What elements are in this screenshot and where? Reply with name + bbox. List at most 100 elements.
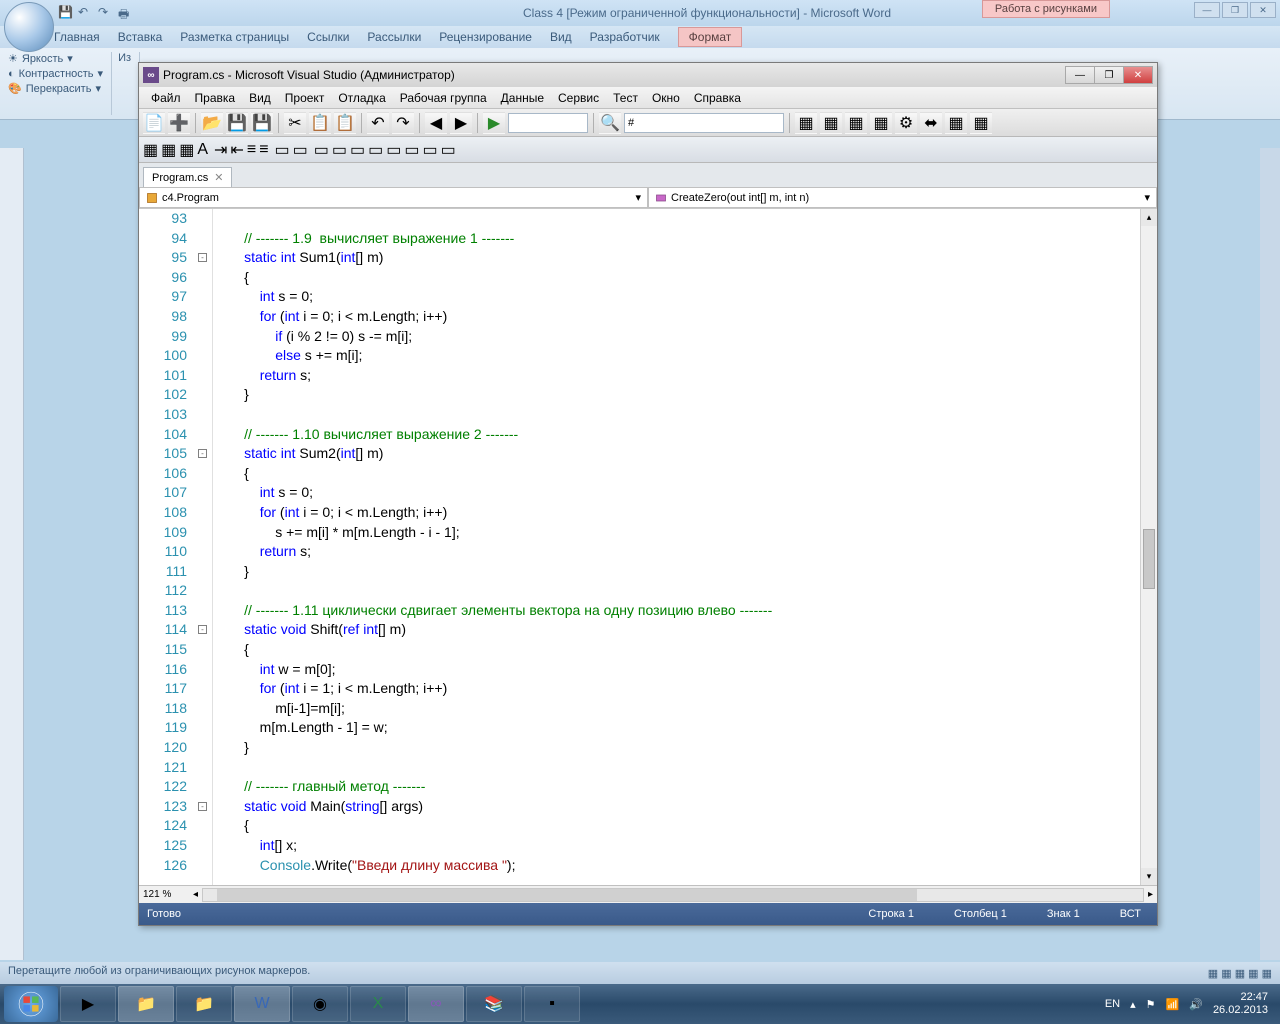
save-icon[interactable]: 💾 [58, 5, 74, 21]
clock[interactable]: 22:47 26.02.2013 [1213, 991, 1268, 1017]
quick-access-toolbar[interactable]: 💾 ↶ ↷ 🖶 [58, 5, 134, 21]
menu-file[interactable]: Файл [145, 89, 187, 107]
save-icon[interactable]: 💾 [226, 112, 248, 134]
tb-icon[interactable]: ▦ [845, 112, 867, 134]
tb2-icon[interactable]: ▭ [275, 140, 290, 160]
tb-icon[interactable]: ⚙ [895, 112, 917, 134]
config-combo[interactable] [508, 113, 588, 133]
tab-review[interactable]: Рецензирование [439, 30, 532, 44]
task-explorer[interactable]: 📁 [118, 986, 174, 1022]
office-button[interactable] [4, 2, 54, 52]
add-item-icon[interactable]: ➕ [168, 112, 190, 134]
maximize-button[interactable]: ❐ [1222, 2, 1248, 18]
task-excel[interactable]: X [350, 986, 406, 1022]
comment-icon[interactable]: ≡ [247, 141, 256, 159]
vs-close-button[interactable]: ✕ [1123, 66, 1153, 84]
menu-view[interactable]: Вид [243, 89, 277, 107]
menu-project[interactable]: Проект [279, 89, 331, 107]
task-vs[interactable]: ∞ [408, 986, 464, 1022]
tb2-icon[interactable]: ▭ [404, 140, 419, 160]
tab-home[interactable]: Главная [54, 30, 100, 44]
tb2-icon[interactable]: ▦ [179, 140, 194, 160]
class-combo[interactable]: c4.Program ▾ [139, 187, 648, 208]
view-buttons[interactable]: ▦ ▦ ▦ ▦ ▦ [1208, 967, 1272, 980]
hscroll-right-icon[interactable]: ▸ [1148, 889, 1153, 900]
vertical-scrollbar-word[interactable] [1260, 148, 1280, 960]
tab-format[interactable]: Формат [678, 27, 743, 47]
tb-icon[interactable]: ⬌ [920, 112, 942, 134]
code-area[interactable]: // ------- 1.9 вычисляет выражение 1 ---… [213, 209, 1157, 885]
find-input[interactable] [624, 113, 784, 133]
tb2-icon[interactable]: ▭ [368, 140, 383, 160]
code-editor[interactable]: 9394959697989910010110210310410510610710… [139, 209, 1157, 885]
indent-icon[interactable]: ⇥ [214, 140, 227, 160]
undo-icon[interactable]: ↶ [367, 112, 389, 134]
find-icon[interactable]: 🔍 [599, 112, 621, 134]
menu-tools[interactable]: Сервис [552, 89, 605, 107]
menu-edit[interactable]: Правка [189, 89, 242, 107]
nav-back-icon[interactable]: ◀ [425, 112, 447, 134]
tb2-icon[interactable]: ▦ [161, 140, 176, 160]
close-tab-icon[interactable]: ✕ [214, 171, 223, 184]
volume-icon[interactable]: 🔊 [1189, 998, 1203, 1011]
contrast-button[interactable]: ◐ Контрастность ▾ [8, 67, 103, 80]
uncomment-icon[interactable]: ≡ [259, 141, 268, 159]
tb-icon[interactable]: ▦ [820, 112, 842, 134]
menu-team[interactable]: Рабочая группа [394, 89, 493, 107]
new-project-icon[interactable]: 📄 [143, 112, 165, 134]
scroll-thumb[interactable] [1143, 529, 1155, 589]
tab-references[interactable]: Ссылки [307, 30, 349, 44]
picture-tools-tab[interactable]: Работа с рисунками [982, 0, 1110, 18]
tb-icon[interactable]: ▦ [945, 112, 967, 134]
horizontal-scrollbar[interactable] [202, 888, 1144, 902]
vs-titlebar[interactable]: ∞ Program.cs - Microsoft Visual Studio (… [139, 63, 1157, 87]
menu-test[interactable]: Тест [607, 89, 644, 107]
task-cmd[interactable]: ▪ [524, 986, 580, 1022]
tray-up-icon[interactable]: ▴ [1130, 998, 1136, 1011]
network-icon[interactable]: 📶 [1166, 998, 1180, 1011]
task-chrome[interactable]: ◉ [292, 986, 348, 1022]
member-combo[interactable]: CreateZero(out int[] m, int n) ▾ [648, 187, 1157, 208]
tb2-icon[interactable]: ▭ [386, 140, 401, 160]
tb2-icon[interactable]: ▭ [441, 140, 456, 160]
minimize-button[interactable]: — [1194, 2, 1220, 18]
undo-icon[interactable]: ↶ [78, 5, 94, 21]
tab-program-cs[interactable]: Program.cs ✕ [143, 167, 232, 187]
menu-help[interactable]: Справка [688, 89, 747, 107]
paste-icon[interactable]: 📋 [334, 112, 356, 134]
menu-data[interactable]: Данные [495, 89, 550, 107]
redo-icon[interactable]: ↷ [392, 112, 414, 134]
redo-icon[interactable]: ↷ [98, 5, 114, 21]
tb-icon[interactable]: ▦ [870, 112, 892, 134]
task-media[interactable]: ▶ [60, 986, 116, 1022]
task-word[interactable]: W [234, 986, 290, 1022]
tb2-icon[interactable]: ▭ [423, 140, 438, 160]
recolor-button[interactable]: 🎨 Перекрасить ▾ [8, 82, 103, 95]
tb2-icon[interactable]: ▭ [293, 140, 308, 160]
tb2-icon[interactable]: ▭ [332, 140, 347, 160]
scroll-down-icon[interactable]: ▾ [1141, 868, 1157, 885]
menu-debug[interactable]: Отладка [332, 89, 391, 107]
tb2-icon[interactable]: ▦ [143, 140, 158, 160]
vs-maximize-button[interactable]: ❐ [1094, 66, 1124, 84]
tab-view[interactable]: Вид [550, 30, 572, 44]
tb2-icon[interactable]: ▭ [350, 140, 365, 160]
tb2-icon[interactable]: ▭ [314, 140, 329, 160]
tab-developer[interactable]: Разработчик [590, 30, 660, 44]
start-debug-icon[interactable]: ▶ [483, 112, 505, 134]
flag-icon[interactable]: ⚑ [1146, 998, 1156, 1011]
close-button[interactable]: ✕ [1250, 2, 1276, 18]
tab-mailings[interactable]: Рассылки [367, 30, 421, 44]
print-icon[interactable]: 🖶 [118, 5, 134, 21]
menu-window[interactable]: Окно [646, 89, 686, 107]
tab-layout[interactable]: Разметка страницы [180, 30, 289, 44]
vs-minimize-button[interactable]: — [1065, 66, 1095, 84]
system-tray[interactable]: EN ▴ ⚑ 📶 🔊 22:47 26.02.2013 [1105, 991, 1276, 1017]
vertical-scrollbar[interactable]: ▴ ▾ [1140, 209, 1157, 885]
zoom-level[interactable]: 121 % [143, 889, 193, 900]
outdent-icon[interactable]: ⇤ [230, 140, 243, 160]
copy-icon[interactable]: 📋 [309, 112, 331, 134]
brightness-button[interactable]: ☀ Яркость ▾ [8, 52, 103, 65]
outlining-margin[interactable]: ---- [195, 209, 213, 885]
save-all-icon[interactable]: 💾 [251, 112, 273, 134]
